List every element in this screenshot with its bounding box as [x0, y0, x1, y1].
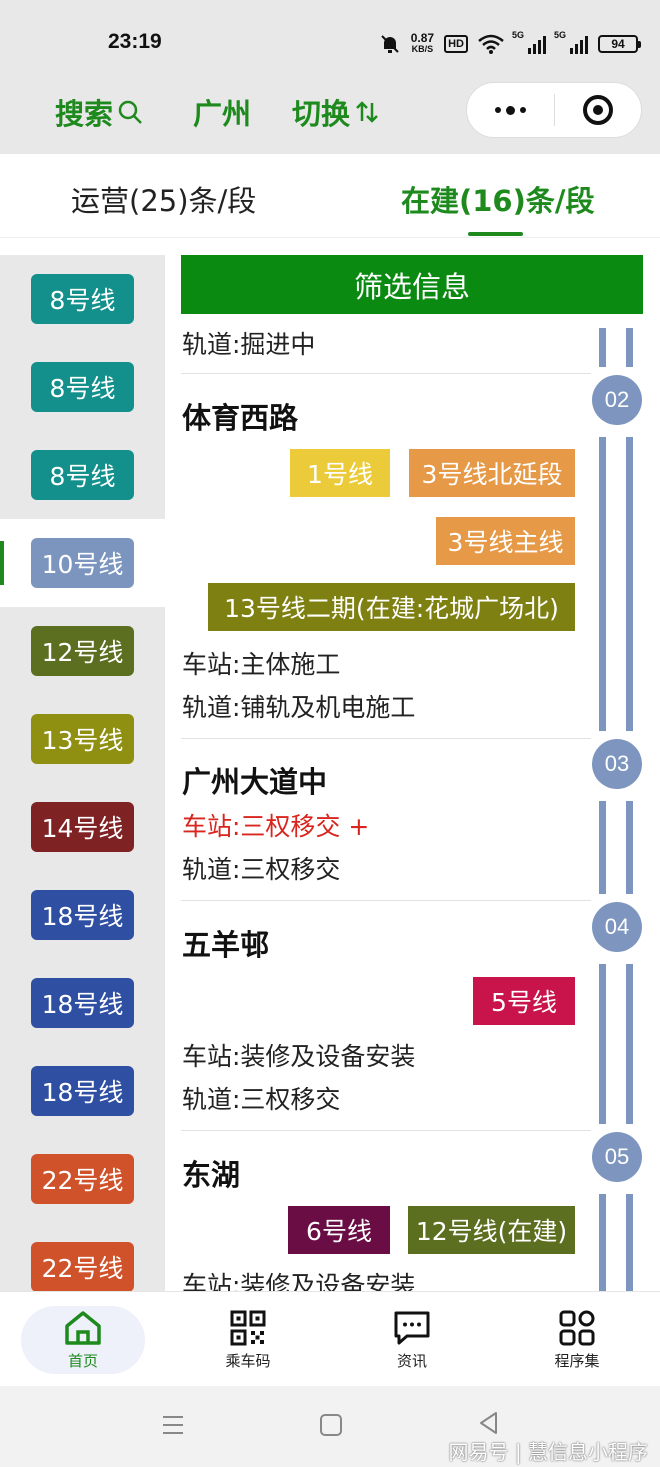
hd-badge: HD	[444, 35, 468, 53]
status-time: 23:19	[108, 30, 162, 53]
sidebar-item[interactable]: 18号线	[0, 871, 165, 959]
network-speed: 0.87 KB/S	[410, 31, 435, 54]
station-name[interactable]: 五羊邨	[182, 922, 269, 964]
search-button[interactable]: 搜索	[55, 94, 143, 131]
message-icon	[394, 1311, 430, 1344]
switch-city-button[interactable]: 切换	[292, 94, 380, 131]
station-name[interactable]: 广州大道中	[182, 759, 327, 801]
nav-news[interactable]: 资讯	[350, 1306, 474, 1374]
tab-operating[interactable]: 运营(25)条/段	[71, 178, 256, 220]
station-number: 05	[592, 1132, 642, 1182]
close-miniprogram-button[interactable]	[555, 83, 642, 137]
nav-ride-code[interactable]: 乘车码	[186, 1306, 310, 1374]
mute-bell-icon	[381, 35, 399, 53]
line-tabs: 运营(25)条/段 在建(16)条/段	[0, 154, 660, 238]
track-status: 轨道:三权移交	[182, 855, 341, 884]
route-line: 02 03 04 05	[592, 328, 642, 1291]
nav-header: 搜索 广州 切换	[0, 80, 660, 154]
city-label[interactable]: 广州	[193, 94, 251, 131]
station-status: 车站:主体施工	[182, 650, 341, 679]
grid-apps-icon	[559, 1310, 595, 1345]
search-icon	[118, 100, 142, 124]
transfer-line-badge[interactable]: 6号线	[288, 1206, 390, 1254]
sidebar-item[interactable]: 18号线	[0, 1047, 165, 1135]
line-chip: 10号线	[31, 538, 134, 588]
sidebar-item-active[interactable]: 10号线	[0, 519, 165, 607]
status-icons: 0.87 KB/S HD 5G 5G 94	[379, 30, 641, 58]
home-square-icon[interactable]	[318, 1412, 344, 1438]
station-status[interactable]: 车站:三权移交 +	[182, 807, 369, 843]
track-status: 轨道:铺轨及机电施工	[182, 693, 416, 722]
sidebar-item[interactable]: 13号线	[0, 695, 165, 783]
wifi-icon	[478, 34, 504, 54]
bottom-nav: 首页 乘车码 资讯 程序集	[0, 1291, 660, 1386]
search-label: 搜索	[55, 97, 114, 131]
tab-under-construction[interactable]: 在建(16)条/段	[401, 178, 594, 220]
station-list: 筛选信息 02 03 04 05 轨道:掘进中 体育西路 1号线 3号线北延段 …	[165, 238, 660, 1291]
target-icon	[582, 95, 613, 125]
transfer-line-badge[interactable]: 3号线主线	[436, 517, 575, 565]
sidebar-item[interactable]: 22号线	[0, 1135, 165, 1223]
filter-button[interactable]: 筛选信息	[181, 255, 643, 314]
transfer-line-badge[interactable]: 5号线	[473, 977, 575, 1025]
watermark: 网易号 | 慧信息小程序	[448, 1440, 648, 1464]
station-name[interactable]: 体育西路	[182, 395, 298, 437]
line-chip: 8号线	[31, 274, 134, 324]
sidebar-item[interactable]: 14号线	[0, 783, 165, 871]
transfer-line-badge[interactable]: 1号线	[290, 449, 390, 497]
system-nav-bar: 网易号 | 慧信息小程序	[0, 1386, 660, 1467]
line-chip: 8号线	[31, 362, 134, 412]
line-chip: 22号线	[31, 1154, 134, 1204]
more-button[interactable]	[467, 83, 554, 137]
sidebar-item[interactable]: 8号线	[0, 343, 165, 431]
station-status: 车站:装修及设备安装	[182, 1042, 416, 1071]
transfer-line-badge[interactable]: 13号线二期(在建:花城广场北)	[208, 583, 575, 631]
signal-icon-1: 5G	[512, 30, 546, 54]
line-chip: 18号线	[31, 890, 134, 940]
sidebar-item[interactable]: 8号线	[0, 255, 165, 343]
line-chip: 12号线	[31, 626, 134, 676]
line-chip: 13号线	[31, 714, 134, 764]
swap-arrows-icon	[356, 101, 378, 123]
line-chip: 18号线	[31, 978, 134, 1028]
signal-icon-2: 5G	[554, 30, 588, 54]
transfer-line-badge[interactable]: 3号线北延段	[409, 449, 575, 497]
sidebar-item[interactable]: 22号线	[0, 1223, 165, 1291]
line-chip: 14号线	[31, 802, 134, 852]
line-sidebar: 8号线 8号线 8号线 10号线 12号线 13号线 14号线 18号线 18号…	[0, 255, 165, 1291]
more-dots-icon	[494, 105, 526, 115]
station-status: 车站:装修及设备安装	[182, 1271, 416, 1291]
track-status: 轨道:三权移交	[182, 1085, 341, 1114]
menu-icon[interactable]	[160, 1412, 186, 1438]
miniprogram-capsule	[466, 82, 642, 138]
sidebar-item[interactable]: 8号线	[0, 431, 165, 519]
transfer-line-badge[interactable]: 12号线(在建)	[408, 1206, 575, 1254]
nav-home[interactable]: 首页	[21, 1306, 145, 1374]
home-icon	[65, 1310, 101, 1345]
status-bar: 23:19 0.87 KB/S HD 5G 5G 94	[0, 0, 660, 80]
track-status: 轨道:掘进中	[182, 330, 316, 359]
battery-indicator: 94	[598, 35, 641, 53]
nav-programs[interactable]: 程序集	[515, 1306, 639, 1374]
line-chip: 18号线	[31, 1066, 134, 1116]
station-number: 04	[592, 902, 642, 952]
line-chip: 22号线	[31, 1242, 134, 1291]
back-icon[interactable]	[476, 1410, 502, 1436]
sidebar-item[interactable]: 12号线	[0, 607, 165, 695]
sidebar-item[interactable]: 18号线	[0, 959, 165, 1047]
station-number: 03	[592, 739, 642, 789]
station-name[interactable]: 东湖	[182, 1152, 240, 1194]
line-chip: 8号线	[31, 450, 134, 500]
active-tab-underline	[468, 232, 523, 236]
qr-code-icon	[230, 1310, 266, 1345]
station-number: 02	[592, 375, 642, 425]
switch-label: 切换	[292, 97, 351, 131]
